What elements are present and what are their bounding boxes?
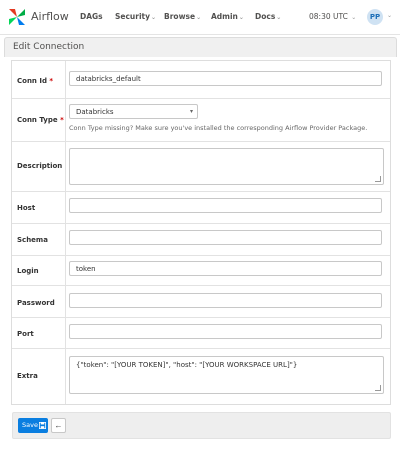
conn-type-select[interactable]: Databricks ▾ (69, 104, 198, 119)
chevron-down-icon: ⌄ (151, 14, 157, 21)
save-button-label: Save (22, 421, 38, 429)
host-label: Host (17, 204, 36, 212)
nav-docs[interactable]: Docs⌄ (255, 12, 281, 21)
row-divider (12, 255, 390, 256)
password-label: Password (17, 299, 55, 307)
conn-type-label-text: Conn Type (17, 116, 58, 124)
chevron-down-icon: ⌄ (351, 14, 357, 21)
password-input[interactable] (69, 293, 382, 308)
conn-id-value: databricks_default (76, 75, 141, 83)
panel-header: Edit Connection (4, 37, 397, 57)
port-label: Port (17, 330, 34, 338)
user-avatar[interactable]: PP (367, 9, 383, 25)
nav-browse-label: Browse (164, 12, 196, 21)
airflow-logo-icon (9, 9, 25, 25)
chevron-down-icon: ⌄ (196, 14, 202, 21)
chevron-down-icon: ⌄ (276, 14, 282, 21)
column-divider (65, 61, 66, 404)
extra-label: Extra (17, 372, 38, 380)
description-label: Description (17, 162, 63, 170)
row-divider (12, 348, 390, 349)
brand-logo[interactable]: Airflow (7, 6, 87, 28)
row-divider (12, 98, 390, 99)
nav-admin-label: Admin (211, 12, 238, 21)
back-arrow-icon: ← (54, 421, 63, 430)
conn-type-help: Conn Type missing? Make sure you've inst… (69, 124, 368, 132)
top-navbar: Airflow DAGs Security⌄ Browse⌄ Admin⌄ Do… (0, 0, 400, 35)
nav-dags-label: DAGs (80, 12, 103, 21)
row-divider (12, 317, 390, 318)
chevron-down-icon[interactable]: ⌄ (387, 12, 392, 19)
host-input[interactable] (69, 198, 382, 213)
nav-security-label: Security (115, 12, 151, 21)
nav-docs-label: Docs (255, 12, 276, 21)
required-marker: * (49, 77, 54, 85)
chevron-down-icon: ⌄ (238, 14, 244, 21)
save-icon (39, 422, 46, 429)
nav-admin[interactable]: Admin⌄ (211, 12, 244, 21)
schema-input[interactable] (69, 230, 382, 245)
resize-handle[interactable] (375, 176, 381, 182)
port-input[interactable] (69, 324, 382, 339)
row-divider (12, 191, 390, 192)
row-divider (12, 141, 390, 142)
nav-browse[interactable]: Browse⌄ (164, 12, 201, 21)
brand-name: Airflow (31, 10, 69, 23)
schema-label: Schema (17, 236, 48, 244)
back-button[interactable]: ← (51, 418, 66, 433)
nav-security[interactable]: Security⌄ (115, 12, 156, 21)
resize-handle[interactable] (375, 385, 381, 391)
clock-time: 08:30 UTC (309, 12, 348, 21)
extra-value: {"token": "[YOUR TOKEN]", "host": "[YOUR… (76, 361, 298, 369)
login-label: Login (17, 267, 39, 275)
description-textarea[interactable] (69, 148, 384, 185)
nav-dags[interactable]: DAGs (80, 12, 103, 21)
extra-textarea[interactable]: {"token": "[YOUR TOKEN]", "host": "[YOUR… (69, 356, 384, 394)
chevron-down-icon: ▾ (189, 109, 193, 115)
conn-type-label: Conn Type * (17, 116, 64, 124)
form-actions: Save ← (12, 412, 391, 439)
login-input[interactable]: token (69, 261, 382, 276)
login-value: token (76, 265, 96, 273)
save-button[interactable]: Save (18, 418, 48, 433)
conn-type-value: Databricks (76, 108, 114, 116)
conn-id-label: Conn Id * (17, 77, 53, 85)
conn-id-input[interactable]: databricks_default (69, 71, 382, 86)
page-title: Edit Connection (13, 42, 85, 52)
row-divider (12, 285, 390, 286)
row-divider (12, 223, 390, 224)
conn-id-label-text: Conn Id (17, 77, 47, 85)
connection-form: Conn Id * databricks_default Conn Type *… (11, 60, 391, 405)
required-marker: * (60, 116, 64, 124)
clock-dropdown[interactable]: 08:30 UTC ⌄ (309, 12, 356, 21)
